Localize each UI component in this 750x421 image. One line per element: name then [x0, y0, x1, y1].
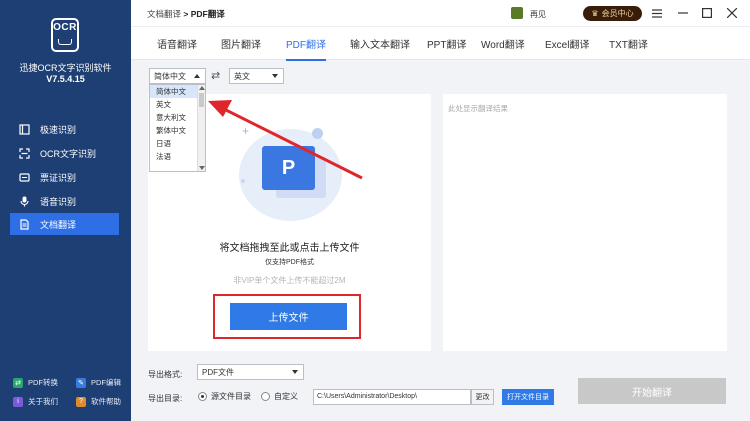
- fast-recognition-icon: [18, 123, 30, 135]
- change-path-button[interactable]: 更改: [471, 389, 494, 405]
- nav-label: 极速识别: [40, 124, 77, 135]
- export-format-value: PDF文件: [202, 367, 234, 377]
- breadcrumb-parent[interactable]: 文档翻译: [147, 9, 181, 19]
- close-icon[interactable]: [725, 6, 739, 20]
- vip-center-button[interactable]: ♛ 会员中心: [583, 6, 642, 21]
- target-language-value: 英文: [234, 71, 250, 81]
- start-translate-button[interactable]: 开始翻译: [578, 378, 726, 404]
- plus-icon: +: [242, 124, 250, 138]
- radio-custom-dir[interactable]: 自定义: [261, 391, 298, 402]
- swap-languages-icon[interactable]: ⇄: [211, 69, 220, 82]
- radio-unchecked-icon: [261, 392, 270, 401]
- nav-label: 票证识别: [40, 172, 77, 183]
- scroll-down-icon[interactable]: [199, 166, 205, 170]
- open-folder-button[interactable]: 打开文件目录: [502, 389, 554, 405]
- footer-help[interactable]: ? 软件帮助: [76, 396, 121, 407]
- chevron-down-icon: [292, 370, 298, 374]
- tab-txt-translate[interactable]: TXT翻译: [609, 27, 648, 60]
- export-format-label: 导出格式:: [148, 370, 183, 379]
- tab-text-translate[interactable]: 输入文本翻译: [350, 27, 410, 60]
- minimize-icon[interactable]: [676, 6, 690, 20]
- nav-item-ticket[interactable]: 票证识别: [10, 166, 119, 188]
- nav-item-ocr[interactable]: OCR文字识别: [10, 142, 119, 164]
- radio-source-dir[interactable]: 源文件目录: [198, 391, 251, 402]
- nav-label: 语音识别: [40, 196, 77, 207]
- decor-dot: [241, 179, 245, 183]
- source-language-select[interactable]: 简体中文: [149, 68, 206, 84]
- crown-icon: ♛: [591, 9, 599, 18]
- size-limit-hint: 非VIP单个文件上传不能超过2M: [233, 276, 346, 285]
- microphone-icon: [18, 195, 30, 207]
- language-option[interactable]: 简体中文: [150, 85, 198, 98]
- avatar[interactable]: [511, 7, 523, 19]
- export-path-input[interactable]: C:\Users\Administrator\Desktop\: [313, 389, 471, 405]
- info-icon: i: [13, 396, 23, 407]
- app-name: 迅捷OCR文字识别软件: [19, 63, 112, 73]
- sidebar: OCR 迅捷OCR文字识别软件 V7.5.4.15 极速识别 OCR文字识别 票…: [0, 0, 131, 421]
- language-option[interactable]: 法语: [150, 150, 198, 163]
- result-placeholder: 此处显示翻译结果: [448, 104, 508, 113]
- pdf-file-icon: P: [262, 146, 315, 190]
- pdf-edit-icon: ✎: [76, 377, 86, 388]
- footer-pdf-convert[interactable]: ⇄ PDF转换: [13, 377, 58, 388]
- chevron-down-icon: [272, 74, 278, 78]
- nav-label: 文档翻译: [40, 219, 77, 230]
- app-version: V7.5.4.15: [46, 74, 85, 84]
- tab-speech-translate[interactable]: 语音翻译: [157, 27, 197, 60]
- help-icon: ?: [76, 396, 86, 407]
- scroll-up-icon[interactable]: [199, 86, 205, 90]
- source-language-dropdown: 简体中文 英文 意大利文 繁体中文 日语 法语: [149, 84, 206, 172]
- footer-about[interactable]: i 关于我们: [13, 396, 58, 407]
- upload-file-button[interactable]: 上传文件: [230, 303, 347, 330]
- tab-excel-translate[interactable]: Excel翻译: [545, 27, 589, 60]
- radio-checked-icon: [198, 392, 207, 401]
- tab-image-translate[interactable]: 图片翻译: [221, 27, 261, 60]
- export-dir-label: 导出目录:: [148, 394, 183, 403]
- user-name[interactable]: 再见: [530, 9, 546, 20]
- menu-icon[interactable]: [650, 6, 664, 20]
- language-option[interactable]: 意大利文: [150, 111, 198, 124]
- document-icon: [18, 218, 30, 230]
- breadcrumb: 文档翻译 > PDF翻译: [147, 8, 225, 20]
- app-logo-icon: OCR: [51, 18, 79, 52]
- target-language-select[interactable]: 英文: [229, 68, 284, 84]
- tab-ppt-translate[interactable]: PPT翻译: [427, 27, 466, 60]
- drop-hint: 将文档拖拽至此或点击上传文件: [219, 243, 360, 254]
- tab-word-translate[interactable]: Word翻译: [481, 27, 525, 60]
- nav-item-fast-recognition[interactable]: 极速识别: [10, 118, 119, 140]
- scrollbar-thumb[interactable]: [199, 93, 204, 107]
- titlebar: 文档翻译 > PDF翻译 再见 ♛ 会员中心: [131, 0, 750, 26]
- chevron-up-icon: [194, 74, 200, 78]
- nav-label: OCR文字识别: [40, 148, 96, 159]
- app-logo-text: OCR: [53, 22, 77, 33]
- decor-dot: [312, 128, 323, 139]
- maximize-icon[interactable]: [700, 6, 714, 20]
- format-hint: 仅支持PDF格式: [265, 259, 314, 266]
- source-language-value: 简体中文: [154, 71, 186, 81]
- language-option[interactable]: 日语: [150, 137, 198, 150]
- language-option[interactable]: 英文: [150, 98, 198, 111]
- dropdown-scrollbar[interactable]: [197, 85, 205, 171]
- tab-pdf-translate[interactable]: PDF翻译: [286, 27, 326, 61]
- language-option[interactable]: 繁体中文: [150, 124, 198, 137]
- translation-result-panel[interactable]: 此处显示翻译结果: [443, 94, 727, 351]
- translate-tabs: 语音翻译 图片翻译 PDF翻译 输入文本翻译 PPT翻译 Word翻译 Exce…: [131, 26, 750, 61]
- pdf-convert-icon: ⇄: [13, 377, 23, 388]
- breadcrumb-current: PDF翻译: [190, 9, 225, 19]
- scan-icon: [18, 147, 30, 159]
- ticket-icon: [18, 171, 30, 183]
- export-format-select[interactable]: PDF文件: [197, 364, 304, 380]
- footer-pdf-edit[interactable]: ✎ PDF编辑: [76, 377, 121, 388]
- nav-item-speech[interactable]: 语音识别: [10, 190, 119, 212]
- nav-item-doc-translate[interactable]: 文档翻译: [10, 213, 119, 235]
